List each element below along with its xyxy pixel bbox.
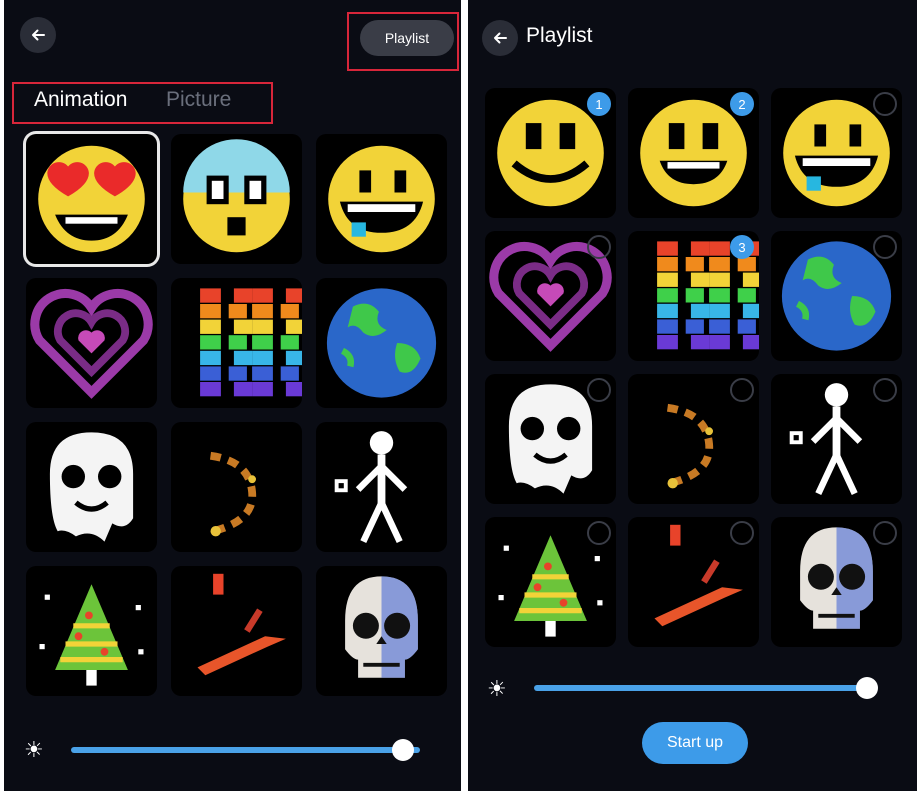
arrow-left-icon	[494, 32, 507, 44]
select-checkbox[interactable]	[873, 92, 897, 116]
tile-drooling-emoji[interactable]	[771, 88, 902, 218]
tile-skull[interactable]	[771, 517, 902, 647]
select-checkbox[interactable]	[587, 521, 611, 545]
earth-globe-icon	[326, 288, 437, 398]
select-checkbox[interactable]	[730, 521, 754, 545]
tile-pulsing-heart[interactable]	[26, 278, 157, 408]
arrow-left-icon	[32, 29, 45, 41]
tile-earth-globe[interactable]	[316, 278, 447, 408]
brightness-slider[interactable]	[534, 685, 877, 691]
playlist-order-badge[interactable]: 2	[730, 92, 754, 116]
start-up-button[interactable]: Start up	[642, 722, 748, 764]
tile-shooting-streak[interactable]	[171, 566, 302, 696]
tile-skull[interactable]	[316, 566, 447, 696]
tile-christmas-tree[interactable]	[26, 566, 157, 696]
playlist-button-highlight	[347, 12, 459, 71]
tile-grinning-emoji[interactable]: 2	[628, 88, 759, 218]
ghost-icon	[49, 432, 134, 542]
select-checkbox[interactable]	[873, 521, 897, 545]
tile-shooting-streak[interactable]	[628, 517, 759, 647]
pulsing-heart-icon	[30, 288, 153, 399]
tile-christmas-tree[interactable]	[485, 517, 616, 647]
brightness-slider-thumb[interactable]	[391, 739, 414, 761]
shocked-emoji-icon	[183, 139, 290, 253]
brightness-icon: ☀	[24, 737, 44, 762]
select-checkbox[interactable]	[587, 378, 611, 402]
heart-eyes-emoji-icon	[38, 145, 145, 253]
tile-drooling-emoji[interactable]	[316, 134, 447, 264]
tile-spark-trail[interactable]	[171, 422, 302, 552]
stick-figure-icon	[334, 431, 408, 543]
tile-stick-figure[interactable]	[316, 422, 447, 552]
tile-pulsing-heart[interactable]	[485, 231, 616, 361]
shooting-streak-icon	[197, 573, 286, 676]
playlist-screen: Playlist 1 2 3 ☀ Start up	[468, 0, 917, 791]
page-title: Playlist	[526, 24, 593, 47]
select-checkbox[interactable]	[873, 235, 897, 259]
tile-heart-eyes-emoji[interactable]	[26, 134, 157, 264]
back-button[interactable]	[20, 17, 56, 53]
tile-spark-trail[interactable]	[628, 374, 759, 504]
rainbow-helix-icon	[200, 288, 302, 397]
christmas-tree-icon	[39, 584, 144, 686]
tile-rainbow-helix[interactable]	[171, 278, 302, 408]
tile-rainbow-helix[interactable]: 3	[628, 231, 759, 361]
tile-ghost[interactable]	[26, 422, 157, 552]
tile-stick-figure[interactable]	[771, 374, 902, 504]
back-button[interactable]	[482, 20, 518, 56]
tile-shocked-emoji[interactable]	[171, 134, 302, 264]
brightness-slider[interactable]	[71, 747, 420, 753]
brightness-slider-thumb[interactable]	[855, 677, 878, 699]
spark-trail-icon	[209, 451, 257, 537]
tile-earth-globe[interactable]	[771, 231, 902, 361]
animation-library-screen: Playlist Animation Picture ☀	[4, 0, 461, 791]
tile-ghost[interactable]	[485, 374, 616, 504]
tabs-highlight	[12, 82, 273, 124]
select-checkbox[interactable]	[730, 378, 754, 402]
drooling-emoji-icon	[328, 145, 435, 253]
brightness-icon: ☀	[487, 676, 507, 701]
tile-smiley-emoji[interactable]: 1	[485, 88, 616, 218]
select-checkbox[interactable]	[873, 378, 897, 402]
select-checkbox[interactable]	[587, 235, 611, 259]
playlist-order-badge[interactable]: 3	[730, 235, 754, 259]
skull-icon	[345, 576, 418, 678]
playlist-order-badge[interactable]: 1	[587, 92, 611, 116]
